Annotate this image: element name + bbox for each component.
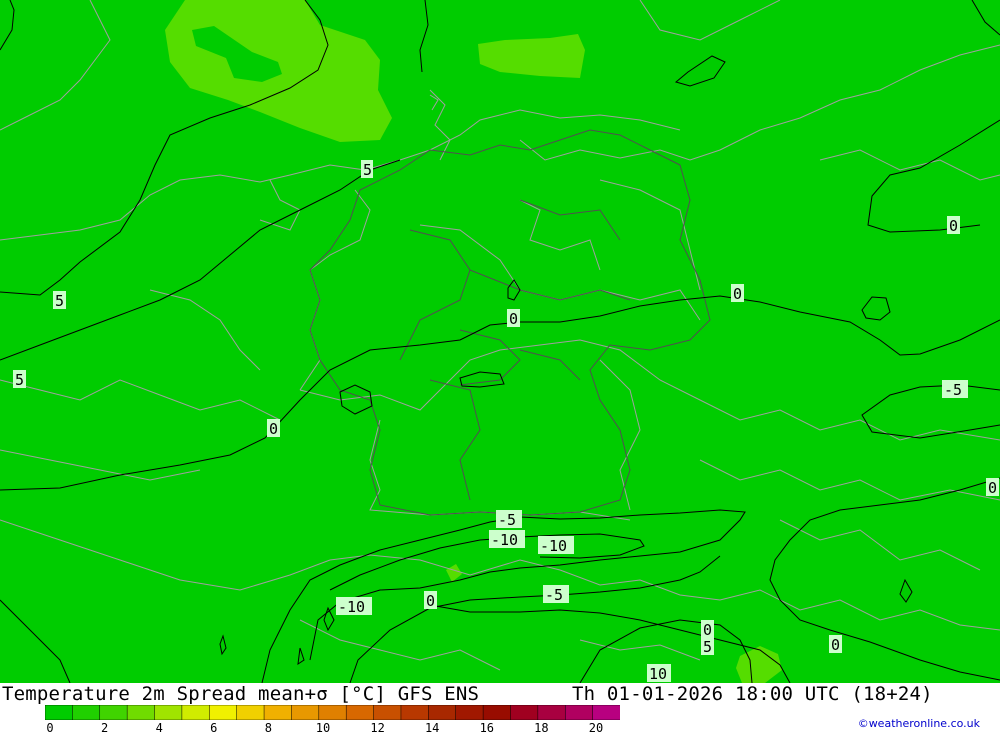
svg-text:0: 0 [988,479,997,497]
map-title: Temperature 2m Spread mean+σ [°C] GFS EN… [2,683,933,705]
legend-swatch [455,705,484,720]
svg-text:0: 0 [733,285,742,303]
contour-label: -5 [942,380,968,399]
svg-text:0: 0 [509,310,518,328]
legend-swatch [72,705,101,720]
weather-map: 5 5 5 0 0 0 0 -5 0 -5 -10 -10 -10 0 -5 0… [0,0,1000,683]
contour-label: 0 [947,216,960,235]
svg-text:10: 10 [649,665,667,683]
legend-swatch [564,705,594,720]
legend-swatch [263,705,293,720]
contour-label: -5 [543,585,569,604]
svg-text:-5: -5 [498,511,516,529]
contour-label: 5 [53,291,66,310]
contour-label: 0 [507,309,520,328]
contour-label: 0 [267,419,280,438]
svg-text:5: 5 [55,292,64,310]
svg-text:5: 5 [703,638,712,656]
legend-swatch [291,705,320,720]
legend-swatch [154,705,183,720]
legend-swatch [236,705,265,720]
svg-text:0: 0 [703,621,712,639]
legend-swatch [318,705,347,720]
contour-label: -10 [489,530,525,549]
svg-text:0: 0 [269,420,278,438]
svg-text:0: 0 [426,592,435,610]
contour-label: 0 [424,591,437,610]
title-datetime: Th 01-01-2026 18:00 UTC (18+24) [572,683,933,705]
legend-swatch [45,705,74,720]
legend-swatch [209,705,238,720]
legend-swatch [373,705,402,720]
credit-link[interactable]: ©weatheronline.co.uk [858,717,980,730]
contour-label: 0 [701,620,714,639]
contour-label: 5 [361,160,373,179]
map-background [0,0,1000,683]
contour-label: -10 [336,597,372,616]
svg-text:-10: -10 [540,537,567,555]
contour-label: 0 [731,284,744,303]
contour-label: 5 [13,370,26,389]
legend-swatch [510,705,539,720]
legend-colorbar [45,705,620,720]
legend-swatch [592,705,620,720]
contour-label: -5 [496,510,522,529]
contour-label: 0 [829,635,842,654]
svg-text:0: 0 [949,217,958,235]
legend-swatch [126,705,156,720]
svg-text:5: 5 [15,371,24,389]
contour-label: 10 [647,664,671,683]
contour-label: -10 [538,536,574,555]
legend-swatch [537,705,566,720]
contour-label: 5 [701,637,714,656]
legend-swatch [99,705,128,720]
map-footer: Temperature 2m Spread mean+σ [°C] GFS EN… [0,683,1000,735]
legend-swatch [345,705,375,720]
legend-swatch [482,705,512,720]
svg-text:-10: -10 [491,531,518,549]
svg-text:-5: -5 [545,586,563,604]
svg-text:0: 0 [831,636,840,654]
title-parameter: Temperature 2m Spread mean+σ [°C] GFS EN… [2,683,480,705]
legend-swatch [428,705,457,720]
contour-label: 0 [986,478,999,497]
legend-swatch [400,705,430,720]
svg-text:-5: -5 [944,381,962,399]
svg-text:-10: -10 [338,598,365,616]
legend-swatch [181,705,211,720]
svg-text:5: 5 [363,161,372,179]
